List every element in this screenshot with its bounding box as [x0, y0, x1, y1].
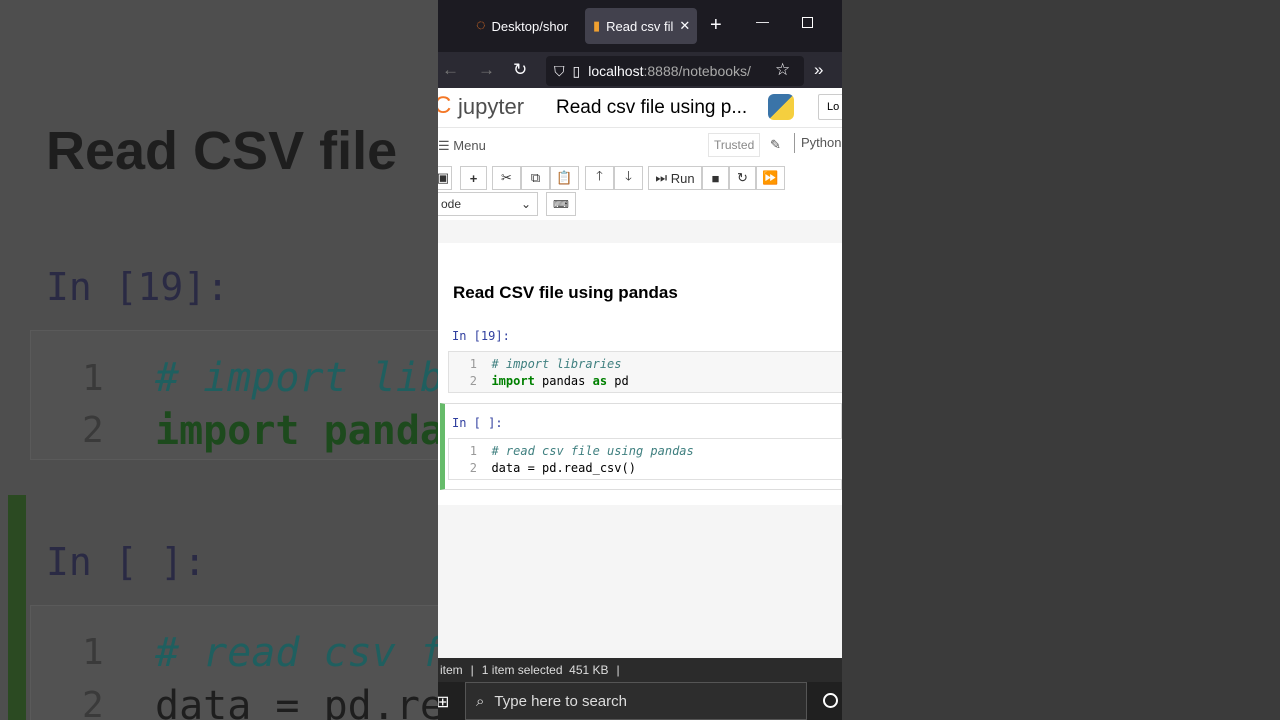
- chevron-down-icon: ⌄: [520, 197, 531, 211]
- bg-line-number: 2: [82, 410, 104, 451]
- tab-desktop[interactable]: ◌ Desktop/shor: [468, 8, 578, 44]
- bg-line-number: 1: [82, 358, 104, 399]
- code-keyword: as: [592, 374, 608, 388]
- bg-line-number: 2: [82, 685, 104, 720]
- run-all-icon[interactable]: ⏩: [756, 166, 785, 190]
- overflow-icon[interactable]: »: [814, 60, 823, 80]
- logout-button[interactable]: Lo: [818, 94, 842, 120]
- page-icon: ▯: [572, 62, 581, 79]
- taskbar-search-input[interactable]: ⌕ Type here to search: [465, 682, 807, 720]
- python-logo-icon: [768, 94, 794, 120]
- minimize-icon[interactable]: —: [756, 14, 769, 29]
- status-item-count: item: [440, 663, 463, 677]
- keyboard-icon[interactable]: ⌨: [546, 192, 576, 216]
- cut-icon[interactable]: ✂: [492, 166, 521, 190]
- new-tab-icon[interactable]: +: [710, 14, 722, 37]
- bg-prompt: In [ ]:: [46, 540, 207, 584]
- cortana-icon[interactable]: [823, 693, 838, 708]
- notebook-area: Read CSV file using pandas In [19]: 1 # …: [438, 243, 842, 505]
- bookmark-star-icon[interactable]: ☆: [775, 60, 790, 80]
- toolbar: ▣ + ✂ ⧉ 📋 🡑 🡓 ⏭ Run ■ ↻ ⏩ ode ⌄ ⌨: [438, 164, 842, 220]
- paste-icon[interactable]: 📋: [550, 166, 579, 190]
- restart-icon[interactable]: ↻: [729, 166, 756, 190]
- code-text: pandas: [534, 374, 593, 388]
- url-bar[interactable]: ⛉ ▯ localhost:8888/notebooks/: [546, 56, 804, 86]
- edit-pencil-icon[interactable]: ✎: [770, 137, 781, 153]
- insert-cell-button[interactable]: +: [460, 166, 487, 190]
- cell-type-select[interactable]: ode ⌄: [438, 192, 538, 216]
- back-icon[interactable]: ←: [442, 60, 459, 80]
- taskbar: ⊞ ⌕ Type here to search: [438, 682, 842, 720]
- forward-icon[interactable]: →: [478, 60, 495, 80]
- nav-bar: ← → ↻ ⛉ ▯ localhost:8888/notebooks/ ☆ »: [438, 52, 842, 88]
- screen-recording: ◌ Desktop/shor ▮ Read csv fil ✕ + — ← → …: [438, 0, 842, 720]
- cell-prompt: In [19]:: [452, 329, 510, 343]
- notebook-icon: ▮: [593, 18, 601, 33]
- move-up-icon[interactable]: 🡑: [585, 166, 614, 190]
- explorer-status-bar: item | 1 item selected 451 KB |: [438, 658, 842, 682]
- cell-type-value: ode: [441, 197, 462, 211]
- menu-button[interactable]: ☰ Menu: [438, 138, 486, 154]
- copy-icon[interactable]: ⧉: [521, 166, 550, 190]
- bg-title: Read CSV file: [46, 121, 398, 181]
- code-editor[interactable]: 1 # read csv file using pandas 2 data = …: [448, 438, 842, 480]
- maximize-icon[interactable]: [802, 17, 813, 28]
- run-label: Run: [670, 170, 695, 186]
- menu-label: Menu: [453, 138, 486, 153]
- status-selected: 1 item selected 451 KB: [481, 663, 609, 677]
- reload-icon[interactable]: ↻: [513, 60, 527, 80]
- menu-bar: ☰ Menu Trusted ✎ Python: [438, 128, 842, 164]
- windows-start-icon[interactable]: ⊞: [438, 692, 449, 712]
- code-editor[interactable]: 1 # import libraries 2 import pandas as …: [448, 351, 842, 393]
- code-cell-selected[interactable]: In [ ]: 1 # read csv file using pandas 2…: [440, 403, 842, 490]
- code-comment: # import libraries: [491, 357, 622, 371]
- divider: |: [616, 663, 620, 677]
- code-keyword: import: [491, 374, 535, 388]
- kernel-indicator[interactable]: Python: [794, 133, 841, 153]
- bg-code: # import lib: [155, 355, 438, 401]
- shield-icon: ⛉: [554, 62, 565, 79]
- bg-code: import panda: [155, 408, 438, 454]
- background-blur-left: Read CSV file In [19]: 1 2 # import lib …: [0, 0, 438, 720]
- bg-line-number: 1: [82, 632, 104, 673]
- divider: |: [470, 663, 474, 677]
- code-text: pd: [607, 374, 629, 388]
- jupyter-header: C jupyter Read csv file using p... Lo: [438, 88, 842, 128]
- cell-prompt: In [ ]:: [452, 416, 503, 430]
- line-number: 2: [469, 374, 477, 388]
- move-down-icon[interactable]: 🡓: [614, 166, 643, 190]
- bg-code: data = pd.re: [155, 683, 438, 720]
- run-button[interactable]: ⏭ Run: [648, 166, 702, 190]
- bg-prompt: In [19]:: [46, 265, 230, 309]
- url-host: localhost: [588, 63, 644, 79]
- background-blur-right: [842, 0, 1280, 720]
- tab-label: Desktop/shor: [491, 18, 569, 34]
- code-cell[interactable]: In [19]: 1 # import libraries 2 import p…: [438, 321, 842, 393]
- save-icon[interactable]: ▣: [438, 166, 452, 190]
- stop-icon[interactable]: ■: [702, 166, 729, 190]
- jupyter-logo-icon: C: [438, 92, 452, 119]
- line-number: 1: [469, 357, 477, 371]
- bg-code: # read csv f: [155, 630, 438, 676]
- markdown-heading: Read CSV file using pandas: [453, 283, 678, 302]
- url-path: :8888/notebooks/: [643, 63, 751, 79]
- code-comment: # read csv file using pandas: [491, 444, 694, 458]
- notebook-title[interactable]: Read csv file using p...: [556, 97, 747, 119]
- code-text: data = pd.read_csv(): [491, 461, 636, 475]
- search-placeholder: Type here to search: [494, 692, 627, 710]
- jupyter-icon: ◌: [476, 17, 486, 34]
- line-number: 2: [469, 461, 477, 475]
- tab-bar: ◌ Desktop/shor ▮ Read csv fil ✕ + —: [438, 0, 842, 52]
- tab-label: Read csv fil: [606, 18, 674, 34]
- bg-selected-bar: [8, 495, 26, 720]
- trusted-badge[interactable]: Trusted: [708, 133, 761, 157]
- close-tab-icon[interactable]: ✕: [679, 18, 690, 34]
- tab-notebook[interactable]: ▮ Read csv fil ✕: [585, 8, 697, 44]
- search-icon: ⌕: [476, 692, 485, 710]
- jupyter-logo[interactable]: jupyter: [458, 94, 524, 120]
- line-number: 1: [469, 444, 477, 458]
